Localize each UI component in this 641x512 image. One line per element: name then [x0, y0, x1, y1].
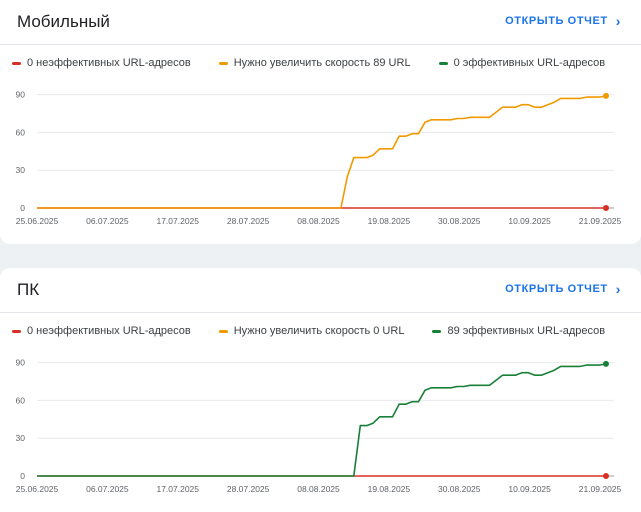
- legend-swatch: [12, 329, 21, 333]
- legend-label: 0 неэффективных URL-адресов: [27, 325, 191, 337]
- series-end-point: [603, 360, 609, 367]
- legend-swatch: [438, 61, 448, 65]
- x-tick-label: 25.06.2025: [16, 216, 59, 226]
- divider: [0, 44, 641, 45]
- legend-label: 0 эффективных URL-адресов: [453, 57, 606, 69]
- x-tick-label: 08.08.2025: [297, 484, 340, 494]
- y-tick-label: 60: [16, 127, 26, 137]
- x-tick-label: 06.07.2025: [86, 484, 129, 494]
- y-tick-label: 30: [16, 433, 26, 443]
- card-title: Мобильный: [17, 12, 110, 31]
- legend-item-poor[interactable]: 0 неэффективных URL-адресов: [12, 325, 191, 337]
- chevron-right-icon[interactable]: ›: [616, 282, 621, 296]
- legend-item-needs-improvement[interactable]: Нужно увеличить скорость 0 URL: [218, 325, 405, 337]
- chevron-right-icon[interactable]: ›: [616, 14, 621, 28]
- legend-item-good[interactable]: 89 эффективных URL-адресов: [432, 325, 605, 337]
- line-chart: 0 30 60 90 25.06.2025 06.07.2025 17.07.2025 28.…: [16, 90, 622, 226]
- divider: [0, 312, 641, 313]
- chart-legend: 0 неэффективных URL-адресов Нужно увелич…: [12, 57, 633, 69]
- x-tick-label: 06.07.2025: [86, 216, 129, 226]
- line-chart: 0 30 60 90 25.06.2025 06.07.2025 17.07.2025 28.…: [16, 358, 622, 494]
- x-tick-label: 19.08.2025: [368, 216, 411, 226]
- series-end-point: [603, 473, 609, 479]
- legend-item-poor[interactable]: 0 неэффективных URL-адресов: [12, 57, 191, 69]
- open-report-button[interactable]: ОТКРЫТЬ ОТЧЕТ ›: [505, 282, 621, 296]
- legend-swatch: [218, 329, 228, 333]
- x-tick-label: 10.09.2025: [508, 484, 551, 494]
- legend-swatch: [12, 61, 21, 65]
- y-tick-label: 0: [20, 203, 25, 213]
- legend-label: Нужно увеличить скорость 89 URL: [233, 57, 411, 69]
- legend-label: Нужно увеличить скорость 0 URL: [233, 325, 405, 337]
- open-report-label[interactable]: ОТКРЫТЬ ОТЧЕТ: [505, 283, 608, 295]
- x-tick-label: 17.07.2025: [156, 484, 199, 494]
- x-tick-label: 21.09.2025: [579, 484, 622, 494]
- x-tick-label: 30.08.2025: [438, 484, 481, 494]
- x-tick-label: 30.08.2025: [438, 216, 481, 226]
- x-tick-label: 28.07.2025: [227, 484, 270, 494]
- y-tick-label: 90: [16, 358, 26, 368]
- legend-swatch: [218, 61, 228, 65]
- series-line: [37, 363, 607, 477]
- legend-label: 89 эффективных URL-адресов: [447, 325, 606, 337]
- x-tick-label: 19.08.2025: [368, 484, 411, 494]
- x-tick-label: 28.07.2025: [227, 216, 270, 226]
- x-tick-label: 17.07.2025: [156, 216, 199, 226]
- chart-legend: 0 неэффективных URL-адресов Нужно увелич…: [12, 325, 633, 337]
- legend-item-good[interactable]: 0 эффективных URL-адресов: [438, 57, 606, 69]
- y-tick-label: 30: [16, 165, 26, 175]
- y-tick-label: 60: [16, 395, 26, 405]
- legend-swatch: [432, 329, 442, 333]
- report-card-mobile: Мобильный ОТКРЫТЬ ОТЧЕТ › 0 неэффективны…: [0, 0, 641, 244]
- series-end-point: [603, 92, 609, 99]
- legend-item-needs-improvement[interactable]: Нужно увеличить скорость 89 URL: [218, 57, 411, 69]
- x-tick-label: 10.09.2025: [508, 216, 551, 226]
- card-title: ПК: [17, 280, 40, 299]
- series-line: [37, 95, 607, 209]
- series-end-point: [603, 205, 609, 211]
- open-report-label[interactable]: ОТКРЫТЬ ОТЧЕТ: [505, 15, 608, 27]
- legend-label: 0 неэффективных URL-адресов: [27, 57, 191, 69]
- report-card-pc: ПК ОТКРЫТЬ ОТЧЕТ › 0 неэффективных URL-а…: [0, 268, 641, 512]
- open-report-button[interactable]: ОТКРЫТЬ ОТЧЕТ ›: [505, 14, 621, 28]
- x-tick-label: 25.06.2025: [16, 484, 59, 494]
- y-tick-label: 90: [16, 90, 26, 100]
- y-tick-label: 0: [20, 471, 25, 481]
- x-tick-label: 08.08.2025: [297, 216, 340, 226]
- x-tick-label: 21.09.2025: [579, 216, 622, 226]
